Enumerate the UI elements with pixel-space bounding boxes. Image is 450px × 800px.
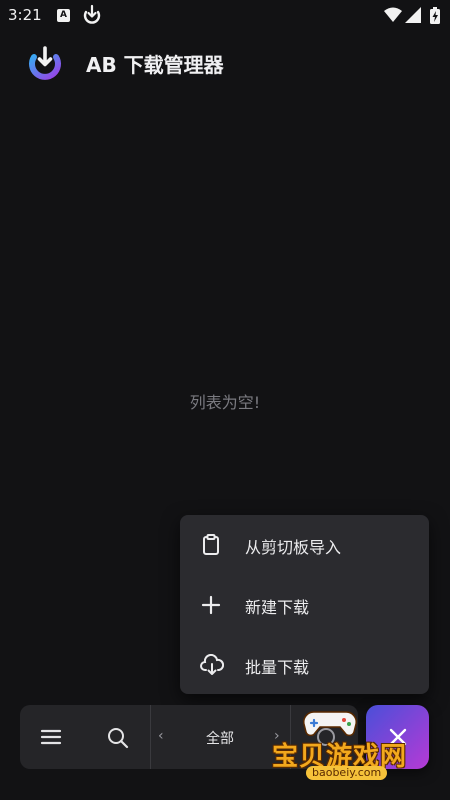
status-bar: 3:21 A xyxy=(0,0,450,32)
chevron-left-icon[interactable]: ‹ xyxy=(158,728,164,744)
battery-charging-icon xyxy=(430,7,440,28)
app-title: AB 下载管理器 xyxy=(86,53,224,77)
menu-item-label: 新建下载 xyxy=(245,598,310,617)
watermark-url: baobeiy.com xyxy=(306,766,388,780)
search-icon[interactable] xyxy=(106,726,130,754)
status-time: 3:21 xyxy=(8,6,42,24)
download-logo-icon xyxy=(26,44,64,86)
wifi-icon xyxy=(384,7,402,26)
menu-item-label: 批量下载 xyxy=(245,658,310,677)
plus-icon xyxy=(200,594,222,616)
app-bar: AB 下载管理器 xyxy=(0,38,450,88)
signal-icon xyxy=(405,7,421,27)
clipboard-icon xyxy=(200,534,222,556)
a-badge-icon: A xyxy=(57,9,70,22)
site-watermark: 宝贝游戏网 baobeiy.com xyxy=(272,708,422,780)
toolbar-divider xyxy=(150,705,151,769)
hamburger-menu-icon[interactable] xyxy=(40,727,62,751)
empty-list-message: 列表为空! xyxy=(189,393,261,412)
cloud-download-icon xyxy=(200,653,225,676)
menu-item-label: 从剪切板导入 xyxy=(245,538,342,557)
download-icon xyxy=(82,4,102,30)
menu-item-new-download[interactable]: 新建下载 xyxy=(180,575,429,633)
filter-selector[interactable]: 全部 xyxy=(185,728,255,748)
add-download-menu: 从剪切板导入 新建下载 批量下载 xyxy=(180,515,429,694)
menu-item-batch-download[interactable]: 批量下载 xyxy=(180,635,429,693)
menu-item-import-clipboard[interactable]: 从剪切板导入 xyxy=(180,515,429,573)
